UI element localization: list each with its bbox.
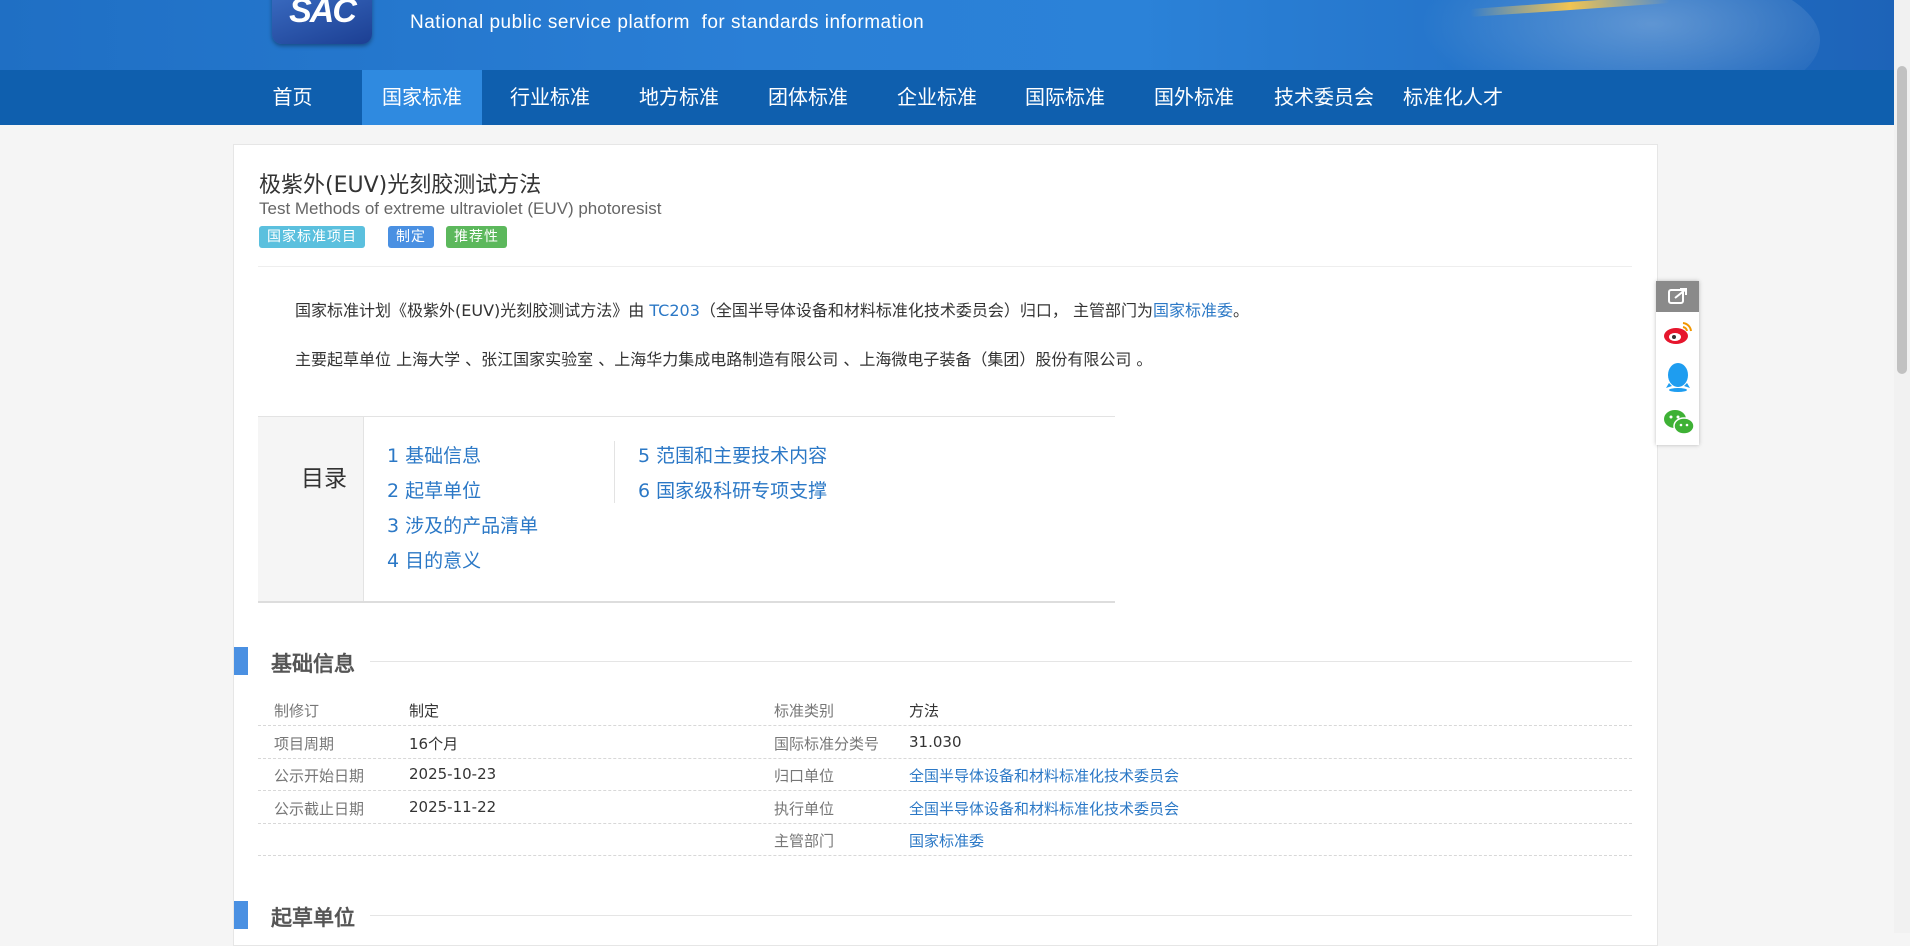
badge-recommended: 推荐性 <box>446 226 507 248</box>
weibo-icon <box>1664 322 1692 344</box>
qq-icon <box>1666 363 1690 392</box>
value-project-period: 16个月 <box>409 735 459 753</box>
toc-title: 目录 <box>301 466 347 492</box>
nav-item-home[interactable]: 首页 <box>259 70 326 125</box>
authority-link[interactable]: 国家标准委 <box>1153 301 1233 320</box>
toc-item-basic-info[interactable]: 1 基础信息 <box>387 441 481 468</box>
section-line-drafters <box>370 915 1632 916</box>
nav-item-local-standards[interactable]: 地方标准 <box>624 70 734 125</box>
intro-text-prefix: 国家标准计划《极紫外(EUV)光刻胶测试方法》由 <box>295 301 650 320</box>
row-separator <box>258 790 1632 791</box>
main-nav: 首页 国家标准 行业标准 地方标准 团体标准 企业标准 国际标准 国外标准 技术… <box>0 70 1894 125</box>
toc-column-divider <box>614 441 615 503</box>
tc203-link[interactable]: TC203 <box>649 301 700 320</box>
share-icon <box>1668 288 1687 304</box>
toc-item-research-support[interactable]: 6 国家级科研专项支撑 <box>638 476 827 503</box>
page-scrollbar[interactable] <box>1894 0 1910 933</box>
value-standard-category: 方法 <box>909 702 940 720</box>
nav-item-national-standards[interactable]: 国家标准 <box>362 70 482 125</box>
section-title-basic-info: 基础信息 <box>271 652 355 676</box>
nav-item-standardization-talent[interactable]: 标准化人才 <box>1394 70 1512 125</box>
label-standard-category: 标准类别 <box>774 702 835 720</box>
sac-logo[interactable]: SAC <box>272 0 372 44</box>
globe-decoration <box>1400 0 1820 70</box>
value-publicity-start: 2025-10-23 <box>409 765 497 783</box>
badge-formulate: 制定 <box>388 226 434 248</box>
value-publicity-end: 2025-11-22 <box>409 798 497 816</box>
title-divider <box>258 266 1632 267</box>
label-publicity-start: 公示开始日期 <box>274 767 365 785</box>
toc-item-purpose[interactable]: 4 目的意义 <box>387 546 481 573</box>
row-separator <box>258 725 1632 726</box>
qq-share-button[interactable] <box>1662 361 1694 392</box>
nav-item-enterprise-standards[interactable]: 企业标准 <box>882 70 992 125</box>
label-publicity-end: 公示截止日期 <box>274 800 365 818</box>
toc-item-products[interactable]: 3 涉及的产品清单 <box>387 511 538 538</box>
label-executing-unit: 执行单位 <box>774 800 835 818</box>
row-separator <box>258 758 1632 759</box>
toc-item-drafters[interactable]: 2 起草单位 <box>387 476 481 503</box>
label-competent-department: 主管部门 <box>774 832 835 850</box>
toc-side: 目录 <box>258 417 364 601</box>
header-tagline: National public service platform for sta… <box>410 12 925 33</box>
section-line-basic <box>370 661 1632 662</box>
value-revision: 制定 <box>409 702 440 720</box>
intro-text-mid: （全国半导体设备和材料标准化技术委员会）归口， 主管部门为 <box>699 301 1153 320</box>
nav-item-international-standards[interactable]: 国际标准 <box>1010 70 1120 125</box>
section-marker-drafters <box>234 901 248 929</box>
section-marker-basic <box>234 647 248 675</box>
row-separator <box>258 823 1632 824</box>
row-separator <box>258 855 1632 856</box>
section-title-drafters: 起草单位 <box>271 906 355 930</box>
header-banner: SAC National public service platform for… <box>0 0 1894 70</box>
intro-paragraph-drafters: 主要起草单位 上海大学 、张江国家实验室 、上海华力集成电路制造有限公司 、上海… <box>295 350 1153 369</box>
toc-item-scope[interactable]: 5 范围和主要技术内容 <box>638 441 827 468</box>
wechat-share-button[interactable] <box>1662 407 1695 437</box>
badge-national-project: 国家标准项目 <box>259 226 365 248</box>
label-responsible-unit: 归口单位 <box>774 767 835 785</box>
nav-item-foreign-standards[interactable]: 国外标准 <box>1139 70 1249 125</box>
nav-item-group-standards[interactable]: 团体标准 <box>753 70 863 125</box>
value-executing-unit-link[interactable]: 全国半导体设备和材料标准化技术委员会 <box>909 798 1179 819</box>
intro-paragraph-plan: 国家标准计划《极紫外(EUV)光刻胶测试方法》由 TC203（全国半导体设备和材… <box>295 297 1249 321</box>
value-ics: 31.030 <box>909 733 962 751</box>
share-button[interactable] <box>1656 281 1699 312</box>
standard-title-en: Test Methods of extreme ultraviolet (EUV… <box>259 199 662 218</box>
scrollbar-thumb[interactable] <box>1897 66 1907 374</box>
intro-text-end: 。 <box>1233 301 1250 320</box>
wechat-icon <box>1664 410 1695 435</box>
value-competent-department-link[interactable]: 国家标准委 <box>909 830 984 851</box>
weibo-share-button[interactable] <box>1662 318 1694 348</box>
label-ics: 国际标准分类号 <box>774 735 880 753</box>
value-responsible-unit-link[interactable]: 全国半导体设备和材料标准化技术委员会 <box>909 765 1179 786</box>
share-panel <box>1656 281 1699 445</box>
label-project-period: 项目周期 <box>274 735 335 753</box>
nav-item-technical-committee[interactable]: 技术委员会 <box>1265 70 1383 125</box>
label-revision: 制修订 <box>274 702 320 720</box>
standard-title-cn: 极紫外(EUV)光刻胶测试方法 <box>259 173 542 198</box>
nav-item-industry-standards[interactable]: 行业标准 <box>495 70 605 125</box>
